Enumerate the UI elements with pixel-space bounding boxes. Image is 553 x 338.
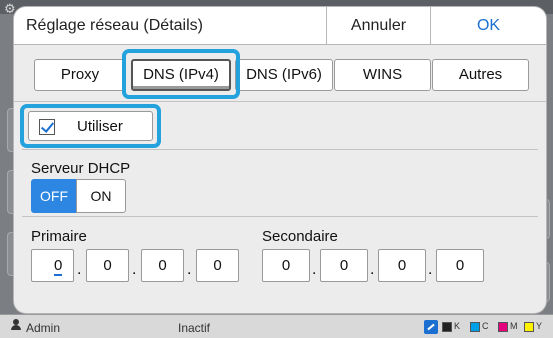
primary-dns-label: Primaire xyxy=(31,228,87,245)
ink-label-y: Y xyxy=(536,321,543,331)
use-checkbox-label: Utiliser xyxy=(77,118,123,135)
status-bar: Admin Inactif K C M Y xyxy=(0,314,553,338)
octet-separator: . xyxy=(77,261,82,278)
dialog-header: Réglage réseau (Détails) Annuler OK xyxy=(14,7,546,45)
secondary-dns-label: Secondaire xyxy=(262,228,338,245)
octet-separator: . xyxy=(428,261,433,278)
ink-label-c: C xyxy=(482,321,489,331)
checkbox-checked-icon xyxy=(39,119,55,135)
primary-dns-octet-4[interactable]: 0 xyxy=(196,249,239,282)
tab-proxy[interactable]: Proxy xyxy=(34,59,126,91)
cancel-button[interactable]: Annuler xyxy=(327,7,430,45)
dhcp-on-button[interactable]: ON xyxy=(76,179,126,213)
ink-k-icon xyxy=(442,322,452,332)
ink-label-m: M xyxy=(510,321,518,331)
secondary-dns-octet-3[interactable]: 0 xyxy=(378,249,426,282)
dhcp-label: Serveur DHCP xyxy=(31,160,131,177)
ok-button[interactable]: OK xyxy=(431,7,546,45)
octet-separator: . xyxy=(370,261,375,278)
ink-c-icon xyxy=(470,322,480,332)
tab-dns-ipv4[interactable]: DNS (IPv4) xyxy=(131,59,231,91)
primary-dns-octet-3[interactable]: 0 xyxy=(141,249,184,282)
octet-separator: . xyxy=(312,261,317,278)
secondary-dns-octet-4[interactable]: 0 xyxy=(436,249,484,282)
ink-y-icon xyxy=(524,322,534,332)
dhcp-off-button[interactable]: OFF xyxy=(31,179,77,213)
primary-dns-octet-2[interactable]: 0 xyxy=(86,249,129,282)
tab-wins[interactable]: WINS xyxy=(334,59,431,91)
tab-autres[interactable]: Autres xyxy=(432,59,529,91)
primary-dns-octet-1-value: 0 xyxy=(54,257,63,276)
ink-label-k: K xyxy=(454,321,461,331)
section-divider xyxy=(22,216,538,217)
section-divider xyxy=(14,101,546,102)
status-user: Admin xyxy=(26,321,61,335)
dialog-title: Réglage réseau (Détails) xyxy=(26,17,203,34)
section-divider xyxy=(22,149,538,150)
user-icon xyxy=(10,319,22,331)
tab-dns-ipv6[interactable]: DNS (IPv6) xyxy=(235,59,333,91)
secondary-dns-octet-1[interactable]: 0 xyxy=(262,249,310,282)
ink-m-icon xyxy=(498,322,508,332)
secondary-dns-octet-2[interactable]: 0 xyxy=(320,249,368,282)
octet-separator: . xyxy=(132,261,137,278)
edit-icon xyxy=(424,320,438,334)
octet-separator: . xyxy=(187,261,192,278)
status-state: Inactif xyxy=(178,321,211,335)
network-settings-dialog: Réglage réseau (Détails) Annuler OK Prox… xyxy=(14,7,546,313)
primary-dns-octet-1[interactable]: 0 xyxy=(31,249,74,282)
use-checkbox[interactable]: Utiliser xyxy=(28,111,153,141)
